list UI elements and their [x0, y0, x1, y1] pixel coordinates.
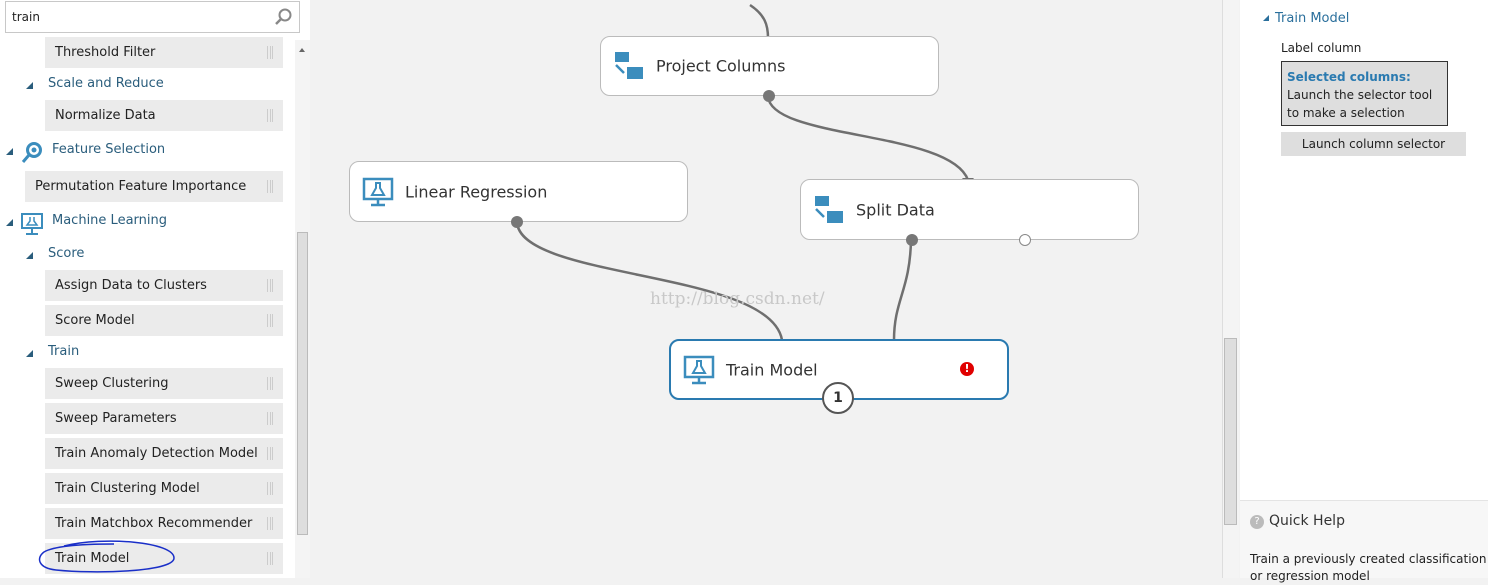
node-train-model[interactable]: Train Model ! 1 [669, 339, 1009, 414]
selected-columns-box: Selected columns: Launch the selector to… [1281, 61, 1448, 126]
watermark: http://blog.csdn.net/ [650, 289, 825, 309]
search-value[interactable]: train [12, 10, 40, 24]
drag-handle-icon[interactable] [267, 412, 273, 425]
selected-columns-heading: Selected columns: [1287, 70, 1411, 84]
flask-monitor-icon [21, 213, 43, 235]
node-label: Split Data [856, 200, 935, 219]
output-port-2[interactable] [1019, 234, 1031, 246]
collapse-triangle-icon[interactable] [1263, 15, 1269, 21]
palette-item-label: Sweep Parameters [55, 411, 177, 426]
node-linear-regression[interactable]: Linear Regression [349, 161, 688, 228]
experiment-canvas[interactable]: http://blog.csdn.net/ Project Columns Li… [310, 0, 1222, 578]
flask-monitor-icon [362, 177, 394, 206]
quick-help-text: Train a previously created classificatio… [1250, 552, 1487, 583]
palette-item[interactable]: Score Model [45, 305, 283, 336]
node-label: Train Model [726, 360, 818, 379]
scroll-up-arrow-icon[interactable] [299, 48, 305, 52]
flask-monitor-icon [683, 355, 715, 384]
node-split-data[interactable]: Split Data [800, 179, 1139, 246]
palette-item[interactable]: Normalize Data [45, 100, 283, 131]
help-icon: ? [1250, 515, 1264, 529]
palette-item-label: Assign Data to Clusters [55, 278, 207, 293]
palette-category[interactable]: Feature Selection [52, 142, 165, 157]
palette-item[interactable]: Sweep Parameters [45, 403, 283, 434]
palette-category[interactable]: Scale and Reduce [48, 76, 164, 91]
drag-handle-icon[interactable] [267, 109, 273, 122]
drag-handle-icon[interactable] [267, 314, 273, 327]
drag-handle-icon[interactable] [267, 46, 273, 59]
collapse-triangle-icon[interactable] [6, 219, 13, 226]
palette-item-label: Normalize Data [55, 108, 156, 123]
collapse-triangle-icon[interactable] [6, 148, 13, 155]
drag-handle-icon[interactable] [267, 552, 273, 565]
drag-handle-icon[interactable] [267, 377, 273, 390]
error-icon[interactable]: ! [960, 362, 974, 376]
node-label: Project Columns [656, 56, 786, 76]
hand-drawn-circle-annotation [38, 540, 175, 573]
collapse-triangle-icon[interactable] [26, 252, 33, 259]
connection-project-to-split [766, 95, 970, 181]
search-icon[interactable] [273, 7, 293, 27]
palette-item-label: Train Matchbox Recommender [55, 516, 253, 531]
palette-item[interactable]: Permutation Feature Importance [25, 171, 283, 202]
output-port[interactable] [511, 216, 523, 228]
palette-item[interactable]: Train Clustering Model [45, 473, 283, 504]
output-port[interactable] [763, 90, 775, 102]
connection-linear-to-train [515, 221, 784, 341]
drag-handle-icon[interactable] [267, 447, 273, 460]
connection-split-to-train [892, 239, 913, 341]
module-palette: train Threshold Filter Scale and Reduce No… [0, 0, 310, 578]
canvas-scrollbar-thumb[interactable] [1224, 338, 1237, 525]
palette-item-label: Train Clustering Model [55, 481, 200, 496]
palette-item[interactable]: Assign Data to Clusters [45, 270, 283, 301]
collapse-triangle-icon[interactable] [26, 82, 33, 89]
magnifier-icon [21, 142, 42, 163]
palette-category[interactable]: Machine Learning [52, 213, 167, 228]
palette-item[interactable]: Train Matchbox Recommender [45, 508, 283, 539]
step-badge: 1 [822, 382, 854, 414]
node-project-columns[interactable]: Project Columns [600, 36, 939, 102]
drag-handle-icon[interactable] [267, 180, 273, 193]
quick-help-title: Quick Help [1269, 513, 1345, 529]
palette-item-label: Train Anomaly Detection Model [55, 446, 258, 461]
connection-input-project-columns [749, 3, 770, 39]
quick-help-panel: ? Quick Help Train a previously created … [1240, 500, 1488, 583]
properties-panel: Train Model Label column Selected column… [1240, 0, 1488, 500]
drag-handle-icon[interactable] [267, 517, 273, 530]
palette-category[interactable]: Train [48, 344, 79, 359]
palette-item[interactable]: Train Anomaly Detection Model [45, 438, 283, 469]
selected-columns-text: Launch the selector tool to make a selec… [1287, 88, 1433, 120]
drag-handle-icon[interactable] [267, 482, 273, 495]
palette-item[interactable]: Sweep Clustering [45, 368, 283, 399]
palette-scrollbar-thumb[interactable] [297, 232, 308, 535]
palette-item-label: Score Model [55, 313, 135, 328]
table-transform-icon [815, 195, 843, 223]
drag-handle-icon[interactable] [267, 279, 273, 292]
palette-item-label: Permutation Feature Importance [35, 179, 247, 194]
palette-item[interactable]: Threshold Filter [45, 37, 283, 68]
properties-title: Train Model [1275, 11, 1350, 26]
label-column-label: Label column [1281, 41, 1362, 55]
collapse-triangle-icon[interactable] [26, 350, 33, 357]
palette-category[interactable]: Score [48, 246, 84, 261]
search-input[interactable]: train [5, 1, 300, 33]
palette-item-label: Sweep Clustering [55, 376, 169, 391]
table-transform-icon [615, 52, 643, 79]
output-port-1[interactable] [906, 234, 918, 246]
palette-item-label: Threshold Filter [55, 45, 156, 60]
launch-column-selector-button[interactable]: Launch column selector [1281, 132, 1466, 156]
node-label: Linear Regression [405, 182, 548, 201]
